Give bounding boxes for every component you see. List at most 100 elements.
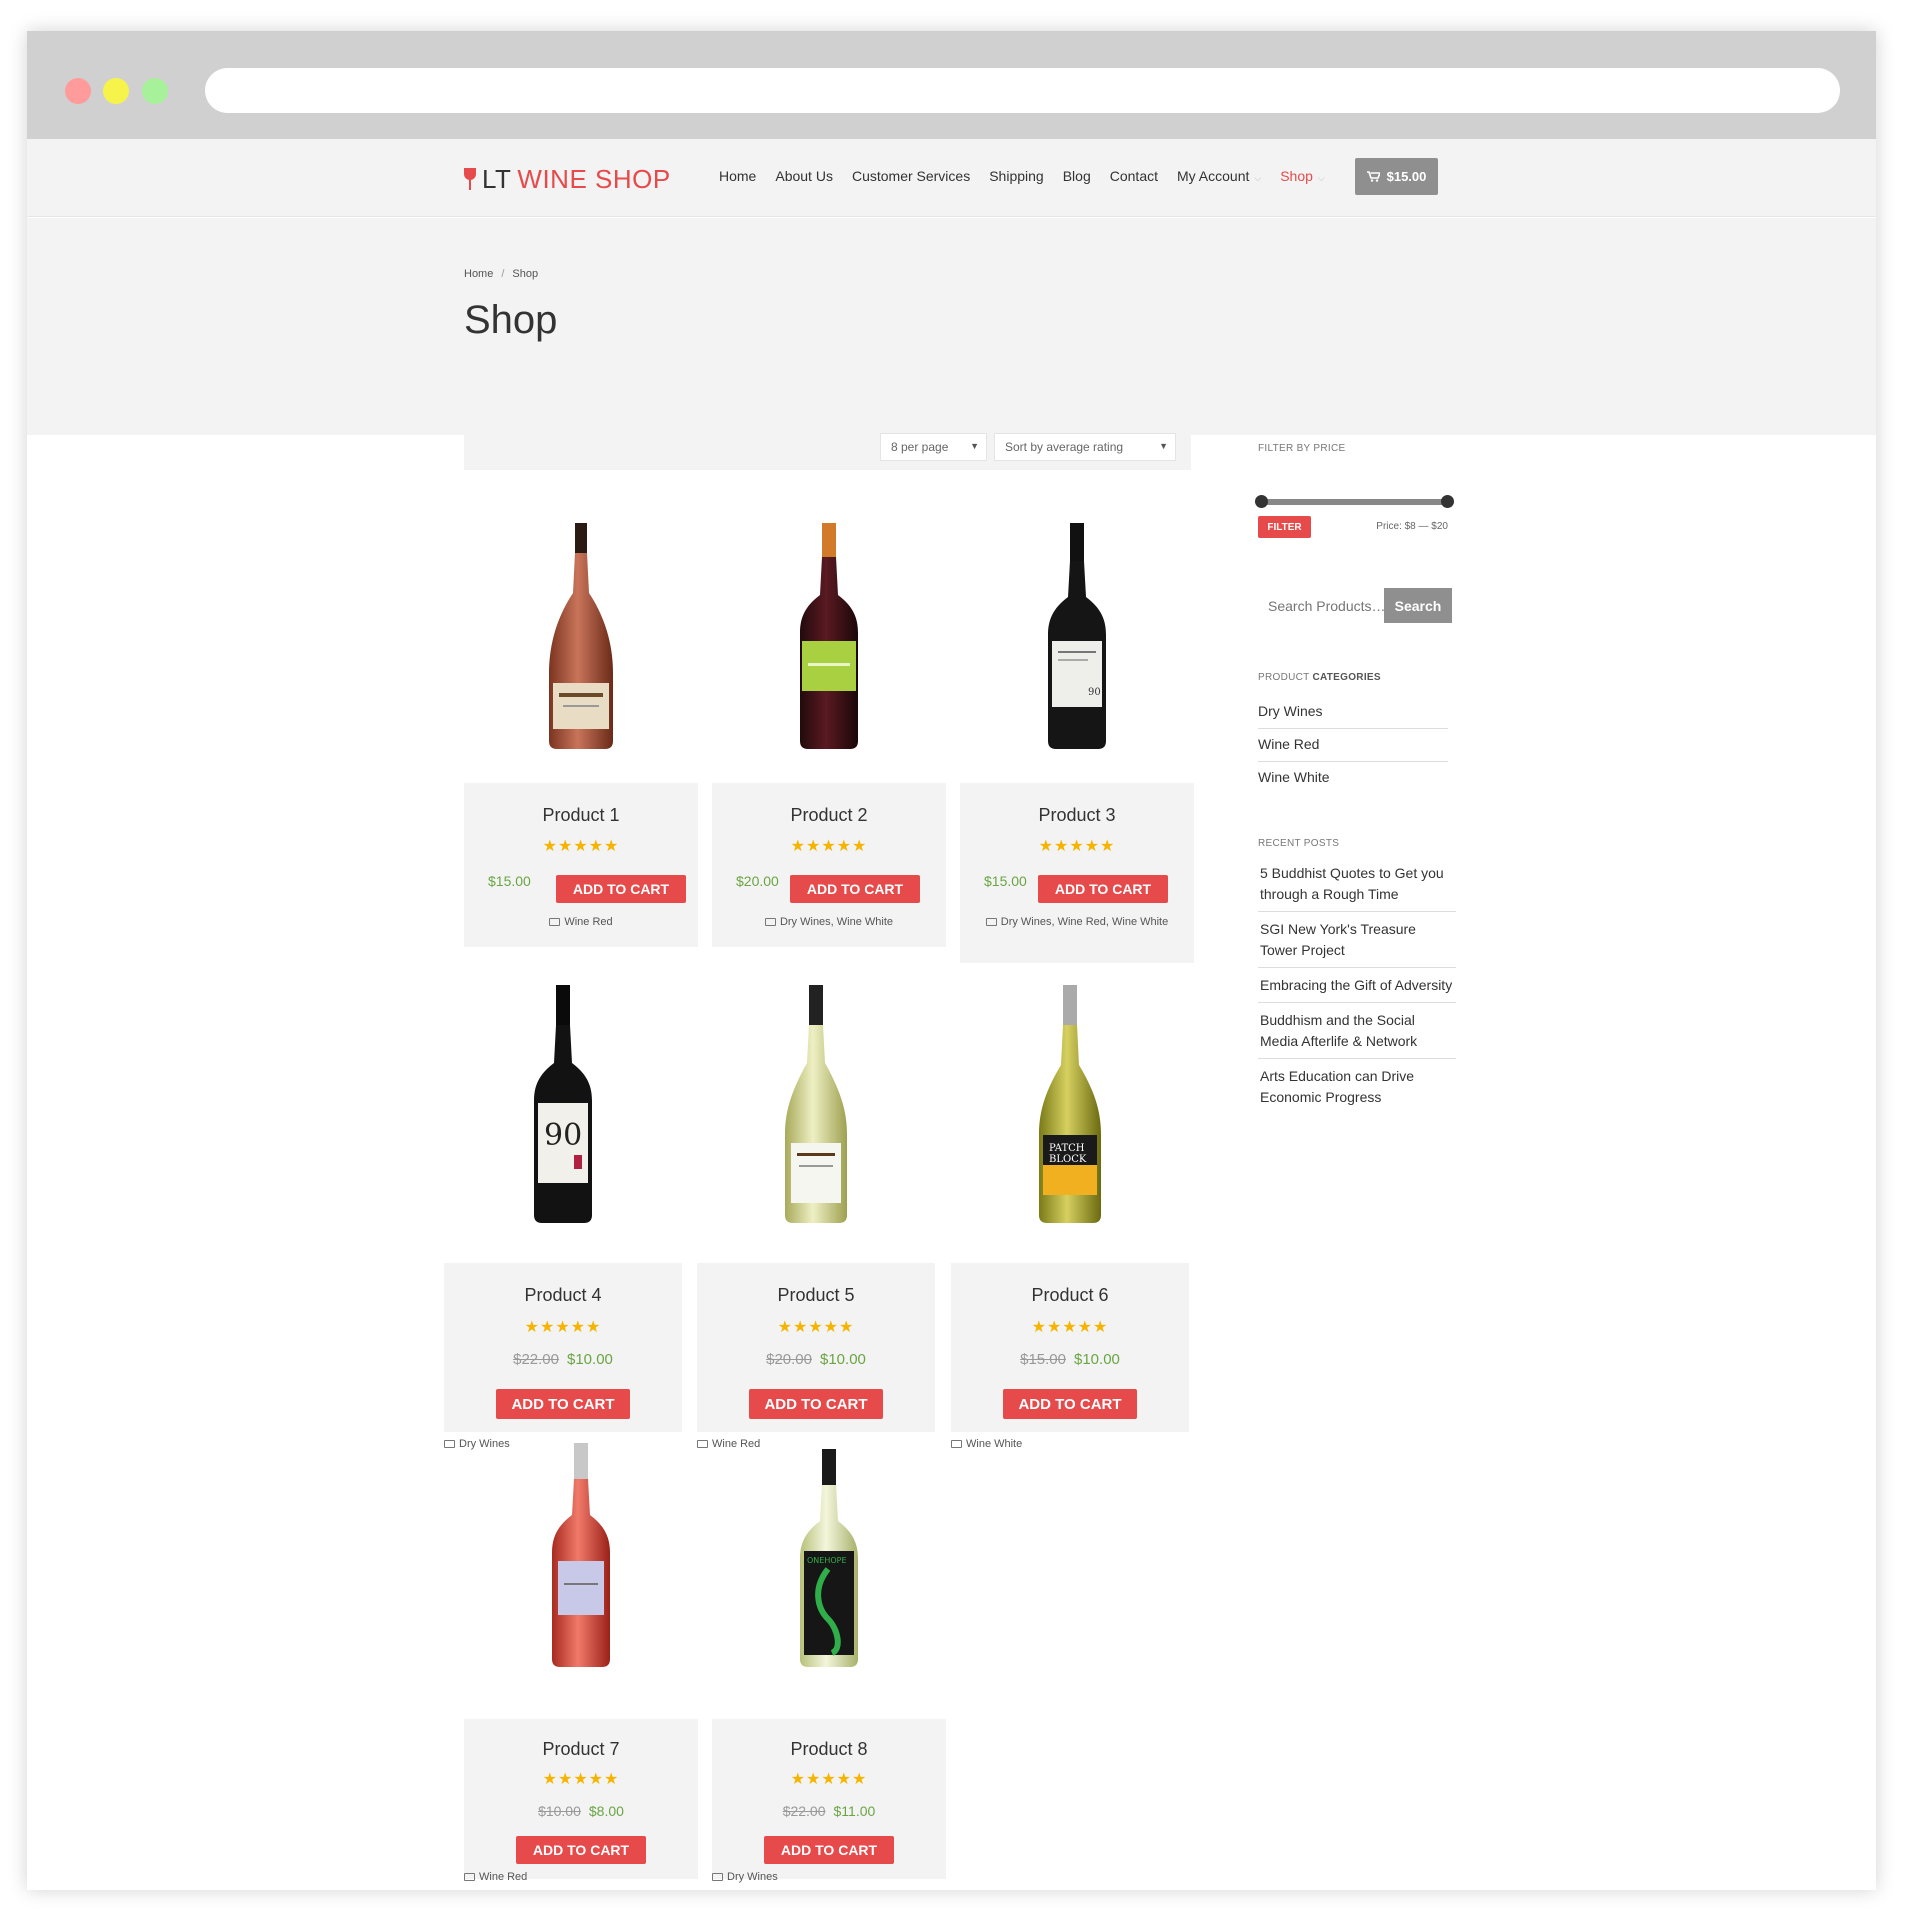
category-links[interactable]: Dry Wines, Wine White [780,916,893,928]
product-price: $10.00 $8.00 [464,1803,698,1819]
cart-button[interactable]: $15.00 [1355,158,1438,195]
category-links[interactable]: Dry Wines [727,1871,778,1883]
category-links[interactable]: Wine White [966,1438,1022,1450]
recent-post-link[interactable]: Buddhism and the Social Media Afterlife … [1258,1010,1456,1059]
rating-stars: ★★★★★ [524,1319,602,1336]
product-price: $15.00 $10.00 [951,1351,1189,1368]
nav-item-customer-services[interactable]: Customer Services [852,168,970,184]
maximize-window-dot[interactable] [142,78,168,104]
price-slider-max-handle[interactable] [1441,495,1454,508]
breadcrumb-home[interactable]: Home [464,268,493,280]
sort-select[interactable]: Sort by average rating ▼ [994,433,1176,461]
product-info: Product 5 ★★★★★ $20.00 $10.00 ADD TO CART [697,1263,935,1432]
add-to-cart-button[interactable]: ADD TO CART [1003,1389,1137,1419]
recent-posts-title: RECENT POSTS [1258,838,1340,849]
price-current: $10.00 [820,1351,866,1368]
product-name[interactable]: Product 8 [712,1739,946,1760]
folder-icon [712,1873,723,1881]
folder-icon [764,918,776,926]
nav-item-shipping[interactable]: Shipping [989,168,1044,184]
price-current: $20.00 [736,873,779,889]
nav-item-contact[interactable]: Contact [1110,168,1158,184]
product-name[interactable]: Product 7 [464,1739,698,1760]
add-to-cart-button[interactable]: ADD TO CART [556,875,686,903]
product-price: $22.00 $10.00 [444,1351,682,1368]
product-name[interactable]: Product 3 [960,805,1194,826]
minimize-window-dot[interactable] [103,78,129,104]
wine-bottle-image[interactable] [796,523,862,751]
category-item[interactable]: Wine White [1258,762,1448,795]
add-to-cart-button[interactable]: ADD TO CART [749,1389,883,1419]
close-window-dot[interactable] [65,78,91,104]
add-to-cart-button[interactable]: ADD TO CART [496,1389,630,1419]
category-item[interactable]: Dry Wines [1258,696,1448,729]
product-card: Product 2 ★★★★★ $20.00 ADD TO CART Dry W… [712,507,946,947]
wine-bottle-image[interactable] [781,985,851,1225]
add-to-cart-button[interactable]: ADD TO CART [1038,875,1168,903]
product-card: 90 Product 3 ★★★★★ $15.00 ADD TO CART Dr… [960,507,1194,963]
add-to-cart-button[interactable]: ADD TO CART [790,875,920,903]
nav-item-home[interactable]: Home [719,168,756,184]
category-item[interactable]: Wine Red [1258,729,1448,762]
page-title-band: Home / Shop Shop [27,218,1876,435]
product-name[interactable]: Product 5 [697,1285,935,1306]
svg-text:PATCH: PATCH [1049,1143,1085,1154]
product-info: Product 1 ★★★★★ $15.00 ADD TO CART Wine … [464,783,698,947]
recent-post-link[interactable]: SGI New York's Treasure Tower Project [1258,919,1456,968]
add-to-cart-button[interactable]: ADD TO CART [764,1836,894,1864]
chevron-down-icon: ⌵ [1254,173,1262,183]
product-card: PATCH BLOCK Product 6 ★★★★★ $15.00 $10.00… [951,973,1189,1450]
title-part: CATEGORIES [1312,672,1381,683]
nav-item-my-account[interactable]: My Account ⌵ [1177,168,1261,184]
price-slider-track[interactable] [1258,499,1448,505]
price-range-label: Price: $8 — $20 [1376,521,1448,532]
product-info: Product 7 ★★★★★ $10.00 $8.00 ADD TO CART [464,1719,698,1879]
address-bar[interactable] [205,68,1840,113]
category-links[interactable]: Wine Red [479,1871,527,1883]
folder-icon [951,1440,962,1448]
wine-bottle-image[interactable] [548,1443,614,1669]
price-current: $10.00 [1074,1351,1120,1368]
price-original: $20.00 [766,1351,812,1368]
product-name[interactable]: Product 1 [464,805,698,826]
rating-stars: ★★★★★ [790,838,868,855]
rating-stars: ★★★★★ [777,1319,855,1336]
price-current: $11.00 [833,1803,876,1819]
search-button[interactable]: Search [1384,588,1452,623]
category-list: Dry Wines Wine Red Wine White [1258,696,1448,795]
site-header: LT WINE SHOP Home About Us Customer Serv… [27,139,1876,217]
product-categories: Wine Red [464,1869,698,1885]
product-search-input[interactable] [1258,588,1384,623]
product-name[interactable]: Product 4 [444,1285,682,1306]
nav-item-shop[interactable]: Shop ⌵ [1280,168,1325,184]
recent-post-link[interactable]: 5 Buddhist Quotes to Get you through a R… [1258,863,1456,912]
recent-post-link[interactable]: Embracing the Gift of Adversity [1258,975,1456,1003]
main-nav: Home About Us Customer Services Shipping… [719,168,1344,184]
product-name[interactable]: Product 2 [712,805,946,826]
wine-bottle-image[interactable]: 90 [530,985,596,1225]
wine-bottle-image[interactable] [541,523,621,751]
product-card: ONEHOPE Product 8 ★★★★★ $22.00 $11.00 ADD… [712,1443,946,1883]
category-links[interactable]: Dry Wines, Wine Red, Wine White [1001,916,1168,928]
product-card: Product 7 ★★★★★ $10.00 $8.00 ADD TO CART … [464,1443,698,1883]
product-name[interactable]: Product 6 [951,1285,1189,1306]
wine-bottle-image[interactable]: 90 [1044,523,1110,751]
category-links[interactable]: Wine Red [564,916,612,928]
per-page-select[interactable]: 8 per page ▼ [880,433,987,461]
nav-item-blog[interactable]: Blog [1063,168,1091,184]
wine-bottle-image[interactable]: PATCH BLOCK [1035,985,1105,1225]
recent-post-link[interactable]: Arts Education can Drive Economic Progre… [1258,1066,1456,1114]
add-to-cart-button[interactable]: ADD TO CART [516,1836,646,1864]
price-slider-min-handle[interactable] [1255,495,1268,508]
price-original: $22.00 [782,1803,826,1819]
folder-icon [464,1873,475,1881]
rating-stars: ★★★★★ [790,1771,868,1788]
filter-button[interactable]: FILTER [1258,516,1311,538]
folder-icon [444,1440,455,1448]
product-categories: Dry Wines, Wine Red, Wine White [960,914,1194,930]
price-original: $22.00 [513,1351,559,1368]
wine-bottle-image[interactable]: ONEHOPE [798,1449,860,1669]
product-info: Product 4 ★★★★★ $22.00 $10.00 ADD TO CART [444,1263,682,1432]
site-logo[interactable]: LT WINE SHOP [464,164,671,195]
nav-item-about-us[interactable]: About Us [775,168,833,184]
